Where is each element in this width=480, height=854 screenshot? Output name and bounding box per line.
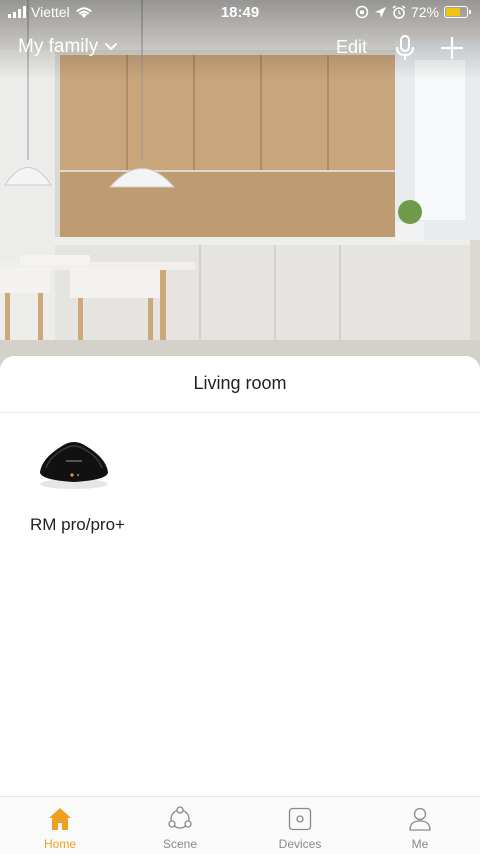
- rm-pro-device-image: [40, 442, 108, 489]
- battery-percent: 72%: [410, 4, 439, 20]
- tab-me-label: Me: [411, 837, 429, 851]
- family-name: My family: [18, 36, 99, 57]
- devices-icon: [288, 807, 312, 831]
- home-icon: [49, 808, 71, 830]
- plus-icon[interactable]: [438, 34, 466, 62]
- scene-icon: [168, 806, 192, 829]
- chevron-down-icon: [105, 43, 118, 50]
- device-name: RM pro/pro+: [30, 515, 125, 534]
- room-panel: Living room RM pro/pro+: [0, 356, 480, 796]
- orientation-lock-icon: [355, 5, 369, 19]
- tab-me[interactable]: Me: [360, 797, 480, 854]
- tab-bar: Home Scene Devices Me: [0, 796, 480, 854]
- device-card[interactable]: RM pro/pro+: [28, 436, 168, 535]
- status-bar: Viettel 18:49 72%: [0, 0, 480, 24]
- tab-scene[interactable]: Scene: [120, 797, 240, 854]
- microphone-icon[interactable]: [392, 34, 418, 62]
- edit-button[interactable]: Edit: [336, 37, 367, 58]
- battery-charging-icon: [444, 6, 471, 18]
- tab-home-label: Home: [43, 837, 76, 851]
- tab-devices[interactable]: Devices: [240, 797, 360, 854]
- tab-devices-label: Devices: [278, 837, 322, 851]
- alarm-icon: [392, 5, 406, 19]
- tab-home[interactable]: Home: [0, 797, 120, 854]
- person-icon: [409, 807, 431, 831]
- family-selector[interactable]: My family: [18, 36, 118, 58]
- tab-scene-label: Scene: [162, 837, 198, 851]
- location-icon: [374, 6, 386, 18]
- top-bar: My family Edit: [0, 34, 480, 64]
- room-title[interactable]: Living room: [0, 356, 480, 413]
